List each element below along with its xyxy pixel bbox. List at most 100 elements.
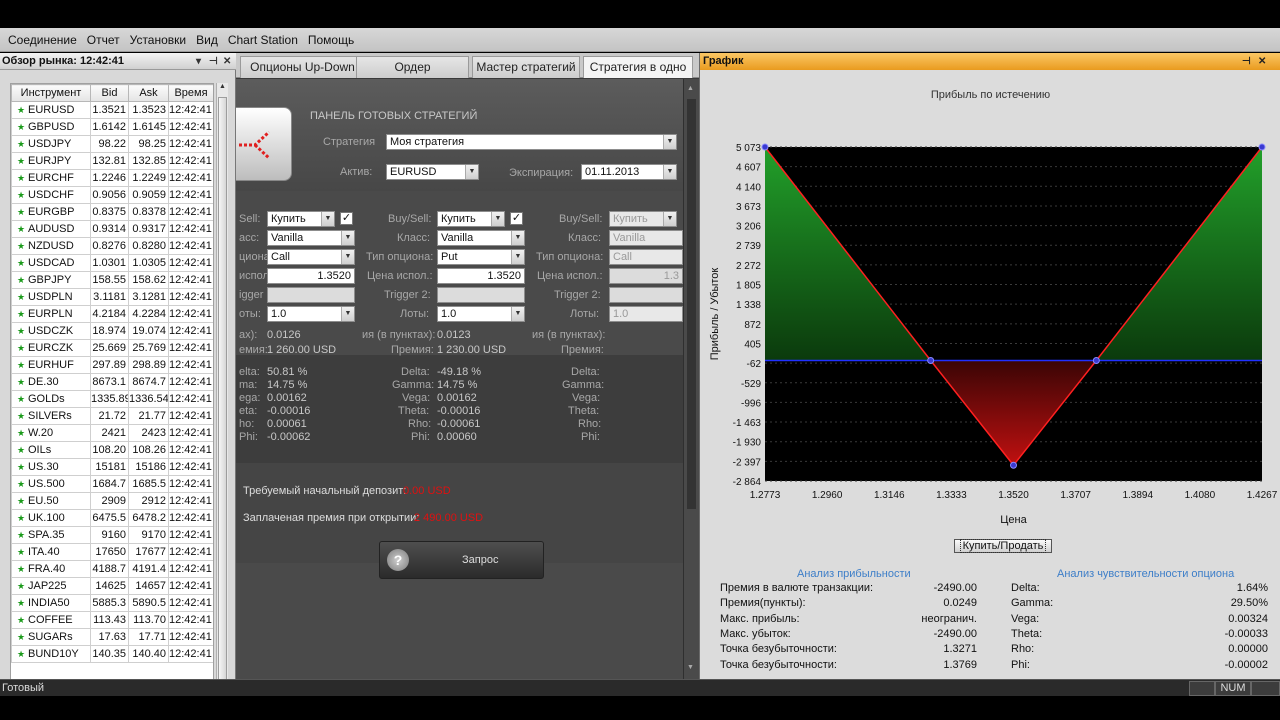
market-row[interactable]: ★ US.500 1684.7 1685.5 12:42:41 — [11, 475, 213, 493]
market-row[interactable]: ★ JAP225 14625 14657 12:42:41 — [11, 577, 213, 595]
scroll-up-icon[interactable]: ▲ — [687, 85, 694, 92]
market-row[interactable]: ★ NZDUSD 0.8276 0.8280 12:42:41 — [11, 237, 213, 255]
market-row[interactable]: ★ EURCZK 25.669 25.769 12:42:41 — [11, 339, 213, 357]
instrument-cell[interactable]: ★ GBPUSD — [11, 118, 91, 136]
market-row[interactable]: ★ EURHUF 297.89 298.89 12:42:41 — [11, 356, 213, 374]
instrument-cell[interactable]: ★ USDCZK — [11, 322, 91, 340]
market-row[interactable]: ★ SPA.35 9160 9170 12:42:41 — [11, 526, 213, 544]
market-row[interactable]: ★ UK.100 6475.5 6478.2 12:42:41 — [11, 509, 213, 527]
instrument-cell[interactable]: ★ EURCHF — [11, 169, 91, 187]
instrument-cell[interactable]: ★ FRA.40 — [11, 560, 91, 578]
request-button[interactable]: ? Запрос — [379, 541, 544, 579]
instrument-cell[interactable]: ★ DE.30 — [11, 373, 91, 391]
leg3-class-select[interactable]: Vanilla — [609, 230, 683, 246]
menu-connection[interactable]: Соединение — [4, 33, 81, 47]
buy-sell-button[interactable]: Купить/Продать — [954, 539, 1052, 553]
instrument-cell[interactable]: ★ USDPLN — [11, 288, 91, 306]
leg3-type-select[interactable]: Call — [609, 249, 683, 265]
instrument-cell[interactable]: ★ US.30 — [11, 458, 91, 476]
menu-chart-station[interactable]: Chart Station — [224, 33, 302, 47]
market-row[interactable]: ★ DE.30 8673.1 8674.7 12:42:41 — [11, 373, 213, 391]
pin-icon[interactable]: ⊣ — [1242, 53, 1251, 70]
instrument-cell[interactable]: ★ EURJPY — [11, 152, 91, 170]
instrument-cell[interactable]: ★ EU.50 — [11, 492, 91, 510]
leg1-buysell-select[interactable]: Купить ▼ — [267, 211, 335, 227]
market-row[interactable]: ★ W.20 2421 2423 12:42:41 — [11, 424, 213, 442]
market-row[interactable]: ★ FRA.40 4188.7 4191.4 12:42:41 — [11, 560, 213, 578]
market-row[interactable]: ★ INDIA50 5885.3 5890.5 12:42:41 — [11, 594, 213, 612]
pin-icon[interactable]: ⊣ — [209, 53, 218, 70]
market-row[interactable]: ★ USDJPY 98.22 98.25 12:42:41 — [11, 135, 213, 153]
menu-report[interactable]: Отчет — [83, 33, 124, 47]
instrument-cell[interactable]: ★ BUND10Y — [11, 645, 91, 663]
leg3-lots-stepper[interactable]: 1.0 — [609, 306, 683, 322]
market-row[interactable]: ★ BUND10Y 140.35 140.40 12:42:41 — [11, 645, 213, 663]
asset-select[interactable]: EURUSD ▼ — [386, 164, 479, 180]
leg1-type-select[interactable]: Call ▼ — [267, 249, 355, 265]
column-header-time[interactable]: Время — [168, 84, 213, 102]
close-icon[interactable]: ✕ — [1258, 53, 1266, 70]
close-icon[interactable]: ✕ — [223, 53, 231, 70]
leg1-enabled-checkbox[interactable]: ✓ — [340, 212, 353, 225]
strategy-scrollbar[interactable]: ▲ ▼ — [683, 79, 699, 679]
instrument-cell[interactable]: ★ US.500 — [11, 475, 91, 493]
column-header-ask[interactable]: Ask — [128, 84, 169, 102]
column-header-instrument[interactable]: Инструмент — [11, 84, 91, 102]
market-row[interactable]: ★ SUGARs 17.63 17.71 12:42:41 — [11, 628, 213, 646]
menu-settings[interactable]: Установки — [126, 33, 190, 47]
market-row[interactable]: ★ US.30 15181 15186 12:42:41 — [11, 458, 213, 476]
instrument-cell[interactable]: ★ JAP225 — [11, 577, 91, 595]
leg2-buysell-select[interactable]: Купить ▼ — [437, 211, 505, 227]
market-row[interactable]: ★ USDCHF 0.9056 0.9059 12:42:41 — [11, 186, 213, 204]
market-scrollbar[interactable]: ▲ ▼ — [216, 83, 228, 719]
market-row[interactable]: ★ GBPJPY 158.55 158.62 12:42:41 — [11, 271, 213, 289]
leg2-lots-stepper[interactable]: 1.0 ▼ — [437, 306, 525, 322]
market-row[interactable]: ★ OILs 108.20 108.26 12:42:41 — [11, 441, 213, 459]
leg3-strike-input[interactable]: 1.3 — [609, 268, 683, 284]
market-row[interactable]: ★ GOLDs 1335.89 1336.54 12:42:41 — [11, 390, 213, 408]
market-row[interactable]: ★ USDPLN 3.1181 3.1281 12:42:41 — [11, 288, 213, 306]
menu-view[interactable]: Вид — [192, 33, 222, 47]
leg2-strike-input[interactable]: 1.3520 — [437, 268, 525, 284]
market-row[interactable]: ★ EU.50 2909 2912 12:42:41 — [11, 492, 213, 510]
tab-strategy-wizard[interactable]: Мастер стратегий — [472, 56, 580, 78]
instrument-cell[interactable]: ★ SPA.35 — [11, 526, 91, 544]
tab-updown-options[interactable]: Опционы Up-Down — [240, 56, 365, 78]
leg1-lots-stepper[interactable]: 1.0 ▼ — [267, 306, 355, 322]
menu-help[interactable]: Помощь — [304, 33, 358, 47]
market-row[interactable]: ★ GBPUSD 1.6142 1.6145 12:42:41 — [11, 118, 213, 136]
instrument-cell[interactable]: ★ EURPLN — [11, 305, 91, 323]
leg2-class-select[interactable]: Vanilla ▼ — [437, 230, 525, 246]
instrument-cell[interactable]: ★ NZDUSD — [11, 237, 91, 255]
instrument-cell[interactable]: ★ USDCAD — [11, 254, 91, 272]
instrument-cell[interactable]: ★ EURGBP — [11, 203, 91, 221]
market-row[interactable]: ★ EURUSD 1.3521 1.3523 12:42:41 — [11, 101, 213, 119]
market-row[interactable]: ★ EURCHF 1.2246 1.2249 12:42:41 — [11, 169, 213, 187]
market-row[interactable]: ★ AUDUSD 0.9314 0.9317 12:42:41 — [11, 220, 213, 238]
market-row[interactable]: ★ EURGBP 0.8375 0.8378 12:42:41 — [11, 203, 213, 221]
instrument-cell[interactable]: ★ UK.100 — [11, 509, 91, 527]
instrument-cell[interactable]: ★ COFFEE — [11, 611, 91, 629]
dropdown-arrow-icon[interactable]: ▾ — [196, 53, 201, 70]
column-header-bid[interactable]: Bid — [90, 84, 129, 102]
instrument-cell[interactable]: ★ GOLDs — [11, 390, 91, 408]
scroll-thumb[interactable] — [218, 97, 227, 705]
market-row[interactable]: ★ EURJPY 132.81 132.85 12:42:41 — [11, 152, 213, 170]
leg1-class-select[interactable]: Vanilla ▼ — [267, 230, 355, 246]
instrument-cell[interactable]: ★ W.20 — [11, 424, 91, 442]
instrument-cell[interactable]: ★ AUDUSD — [11, 220, 91, 238]
instrument-cell[interactable]: ★ EURHUF — [11, 356, 91, 374]
instrument-cell[interactable]: ★ USDCHF — [11, 186, 91, 204]
market-row[interactable]: ★ SILVERs 21.72 21.77 12:42:41 — [11, 407, 213, 425]
strategy-select[interactable]: Моя стратегия ▼ — [386, 134, 677, 150]
market-row[interactable]: ★ USDCZK 18.974 19.074 12:42:41 — [11, 322, 213, 340]
expiry-date-picker[interactable]: 01.11.2013 ▼ — [581, 164, 677, 180]
market-row[interactable]: ★ USDCAD 1.0301 1.0305 12:42:41 — [11, 254, 213, 272]
instrument-cell[interactable]: ★ GBPJPY — [11, 271, 91, 289]
scroll-down-icon[interactable]: ▼ — [687, 664, 694, 671]
scroll-up-icon[interactable]: ▲ — [217, 83, 228, 95]
leg1-strike-input[interactable]: 1.3520 — [267, 268, 355, 284]
instrument-cell[interactable]: ★ USDJPY — [11, 135, 91, 153]
instrument-cell[interactable]: ★ EURUSD — [11, 101, 91, 119]
tab-strategy-one-click[interactable]: Стратегия в одно ... — [583, 56, 693, 94]
